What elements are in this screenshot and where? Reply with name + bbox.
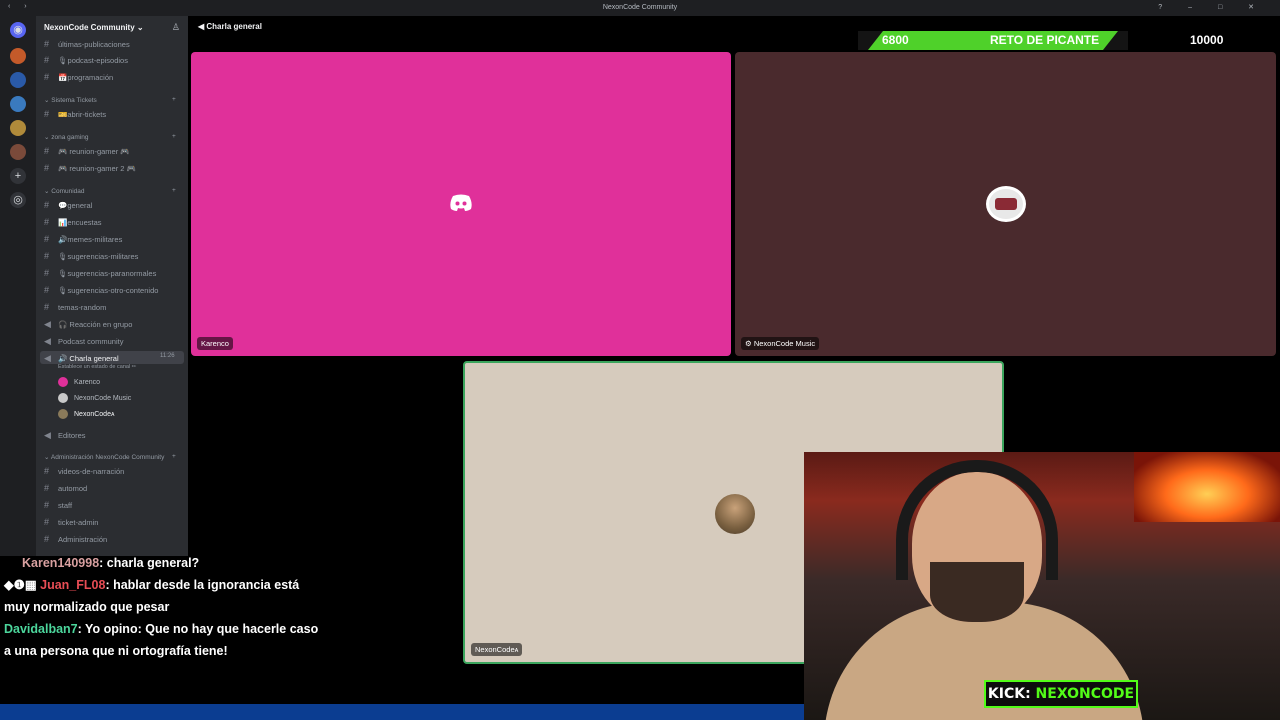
discord-home-icon[interactable]: ◉ <box>10 22 26 38</box>
tile-name: ⚙ NexonCode Music <box>741 337 820 350</box>
bell-icon[interactable]: ♙ <box>172 22 180 33</box>
taskbar <box>0 704 804 720</box>
music-bot-icon: ⚙ <box>745 339 752 348</box>
voice-timer: 11:26 <box>160 353 175 359</box>
server-icon[interactable] <box>10 120 26 136</box>
kick-channel-badge: KICK: NEXONCODE <box>984 680 1138 708</box>
channel-sidebar: NexonCode Community ⌄ ♙ # últimas-publica… <box>36 16 188 556</box>
video-tile[interactable]: ⚙ NexonCode Music <box>735 52 1276 356</box>
channel-item[interactable]: # temas-random <box>44 302 106 312</box>
channel-item[interactable]: # 🔊memes-militares <box>44 234 122 244</box>
stream-chat-overlay: Karen140998: charla general? ◆❶▦ Juan_FL… <box>0 552 320 720</box>
avatar <box>986 186 1026 222</box>
channel-item[interactable]: # 🎫abrir-tickets <box>44 109 106 119</box>
active-voice-channel-label[interactable]: ◀ 🔊 Charla general <box>44 353 119 364</box>
channel-item[interactable]: # automod <box>44 483 87 493</box>
chat-message: ◆❶▦ Juan_FL08: hablar desde la ignoranci… <box>4 578 300 614</box>
voice-channel-header: ◀ Charla general <box>198 22 262 31</box>
chat-message: Davidalban7: Yo opino: Que no hay que ha… <box>4 622 319 658</box>
server-icon[interactable] <box>10 48 26 64</box>
goal-label: RETO DE PICANTE <box>990 33 1100 47</box>
category-header[interactable]: ⌄ zona gaming + <box>44 133 176 141</box>
server-name[interactable]: NexonCode Community ⌄ <box>44 23 144 32</box>
discord-logo-icon <box>450 194 472 211</box>
add-server-icon[interactable]: + <box>10 168 26 184</box>
channel-item[interactable]: # últimas-publicaciones <box>44 39 130 49</box>
tile-name: NexonCodeᴀ <box>471 643 523 656</box>
avatar <box>58 409 68 419</box>
voice-channel-item[interactable]: ◀ Podcast community <box>44 336 123 347</box>
channel-item[interactable]: # Administración <box>44 534 107 544</box>
window-title: NexonCode Community <box>602 4 678 11</box>
server-icon[interactable] <box>10 144 26 160</box>
avatar <box>715 494 755 534</box>
server-icon[interactable] <box>10 96 26 112</box>
avatar <box>58 393 68 403</box>
channel-status[interactable]: Establece un estado de canal ✏ <box>58 364 136 370</box>
channel-item[interactable]: # ticket-admin <box>44 517 98 527</box>
fireplace-screen <box>1134 452 1280 522</box>
category-header[interactable]: ⌄ Administración NexonCode Community + <box>44 453 176 461</box>
avatar <box>58 377 68 387</box>
channel-item[interactable]: # videos-de-narración <box>44 466 124 476</box>
server-rail: ◉ + ◎ <box>0 16 36 556</box>
channel-item[interactable]: # 🎙sugerencias-militares <box>44 251 138 261</box>
channel-item[interactable]: # 📊encuestas <box>44 217 102 227</box>
window-controls[interactable]: ? – □ ✕ <box>1158 3 1266 11</box>
chat-message: Karen140998: charla general? <box>22 556 200 570</box>
goal-bar: 6800 RETO DE PICANTE <box>858 31 1128 50</box>
channel-item[interactable]: # 🎮 reunion-gamer 2 🎮 <box>44 163 136 173</box>
channel-item[interactable]: # 🎙sugerencias-otro-contenido <box>44 285 158 295</box>
category-header[interactable]: ⌄ Comunidad + <box>44 187 176 195</box>
category-header[interactable]: ⌄ Sistema Tickets + <box>44 96 176 104</box>
channel-item[interactable]: # 🎮 reunion-gamer 🎮 <box>44 146 130 156</box>
video-tile[interactable]: Karenco <box>191 52 731 356</box>
goal-target: 10000 <box>1190 33 1224 47</box>
voice-member[interactable]: Karenco <box>58 377 100 387</box>
voice-member[interactable]: NexonCodeᴀ <box>58 409 114 419</box>
speaker-icon: ◀ <box>198 22 205 31</box>
goal-current: 6800 <box>882 33 909 47</box>
voice-channel-item[interactable]: ◀ Editores <box>44 430 86 441</box>
channel-item[interactable]: # staff <box>44 500 72 510</box>
headphones <box>896 460 1058 580</box>
voice-member[interactable]: NexonCode Music <box>58 393 131 403</box>
voice-channel-item[interactable]: ◀ 🎧 Reacción en grupo <box>44 319 132 330</box>
title-bar: ‹ › NexonCode Community ? – □ ✕ <box>0 0 1280 16</box>
channel-item[interactable]: # 🎙podcast-episodios <box>44 55 128 65</box>
discover-icon[interactable]: ◎ <box>10 192 26 208</box>
badge-icons: ◆❶▦ <box>4 578 37 592</box>
channel-item[interactable]: # 📅programación <box>44 72 113 82</box>
channel-item[interactable]: # 💬general <box>44 200 92 210</box>
server-icon[interactable] <box>10 72 26 88</box>
channel-item[interactable]: # 🎙sugerencias-paranormales <box>44 268 156 278</box>
tile-name: Karenco <box>197 337 233 350</box>
